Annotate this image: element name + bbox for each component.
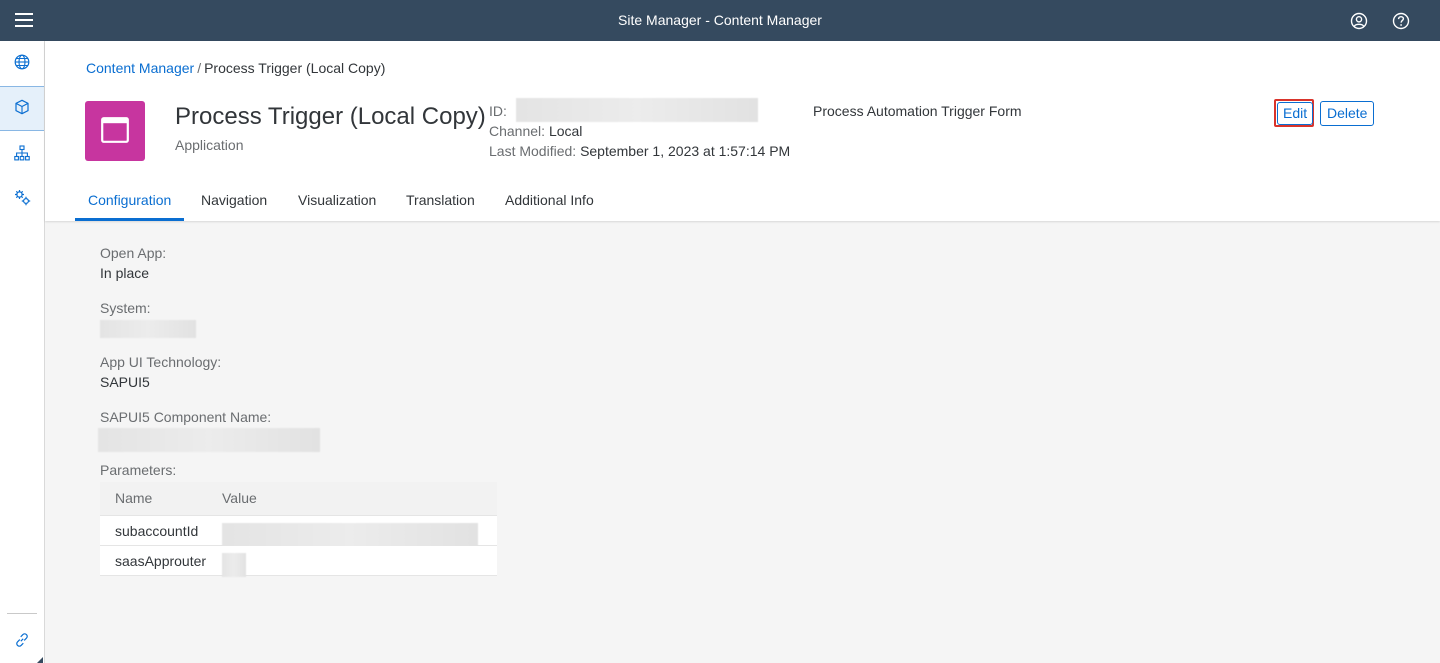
application-tile [85,101,145,161]
component-name-label: SAPUI5 Component Name: [100,409,272,425]
side-navigation [0,41,45,663]
object-title: Process Trigger (Local Copy) [175,103,486,130]
table-row: subaccountId [100,516,497,549]
ui-technology-label: App UI Technology: [100,354,222,370]
tab-navigation[interactable]: Navigation [188,181,280,221]
nav-separator [7,613,37,614]
channel-value: Local [548,123,583,139]
object-header: Content Manager / Process Trigger (Local C… [45,41,1440,221]
breadcrumb-separator: / [197,60,202,76]
ui-technology-value: SAPUI5 [100,374,150,390]
table-header: Name Value [100,482,497,516]
settings-gears-icon [14,189,31,209]
nav-item-hierarchy[interactable] [0,132,44,176]
delete-button[interactable]: Delete [1320,101,1375,126]
globe-icon [14,54,30,73]
user-profile-icon[interactable] [1344,6,1374,36]
param-value-redacted [222,549,246,579]
tab-additional-info[interactable]: Additional Info [492,181,607,221]
application-window-icon [101,116,129,146]
open-app-value: In place [100,265,150,281]
edit-button[interactable]: Edit [1277,102,1314,125]
breadcrumb-link-content-manager[interactable]: Content Manager [86,60,194,76]
nav-item-settings[interactable] [0,177,44,221]
system-value-redacted [100,320,196,338]
help-icon[interactable] [1386,6,1416,36]
column-header-value: Value [222,490,257,506]
nav-item-sites[interactable] [0,41,44,85]
object-attributes: ID: Channel: Local Last Modified: Septem… [489,98,791,161]
link-icon [14,632,30,651]
column-header-name: Name [115,490,153,506]
menu-icon[interactable] [8,4,40,36]
component-name-redacted [98,428,320,452]
hierarchy-icon [14,144,30,164]
param-name: subaccountId [115,523,199,539]
shell-title: Site Manager - Content Manager [618,12,822,28]
tab-translation[interactable]: Translation [393,181,488,221]
shell-bar: Site Manager - Content Manager [0,0,1440,41]
parameters-table: Name Value subaccountId saasApprouter [100,482,497,579]
open-app-label: Open App: [100,245,167,261]
cube-icon [14,99,30,118]
param-value-redacted [222,519,478,549]
parameters-label: Parameters: [100,462,177,478]
last-modified-value: September 1, 2023 at 1:57:14 PM [580,143,791,159]
breadcrumb-current: Process Trigger (Local Copy) [204,60,386,76]
table-row: saasApprouter [100,546,497,579]
tab-configuration[interactable]: Configuration [75,181,185,221]
last-modified-label: Last Modified: [489,143,577,159]
nav-item-content-manager[interactable] [0,86,44,131]
breadcrumb: Content Manager / Process Trigger (Local C… [86,60,385,76]
object-subtitle: Application [175,137,244,153]
id-label: ID: [489,103,507,119]
channel-label: Channel: [489,123,546,139]
tab-visualization[interactable]: Visualization [285,181,389,221]
id-value-redacted [515,98,758,123]
object-description: Process Automation Trigger Form [813,103,1022,119]
collapse-corner [37,657,43,663]
param-name: saasApprouter [115,553,207,569]
system-label: System: [100,300,151,316]
